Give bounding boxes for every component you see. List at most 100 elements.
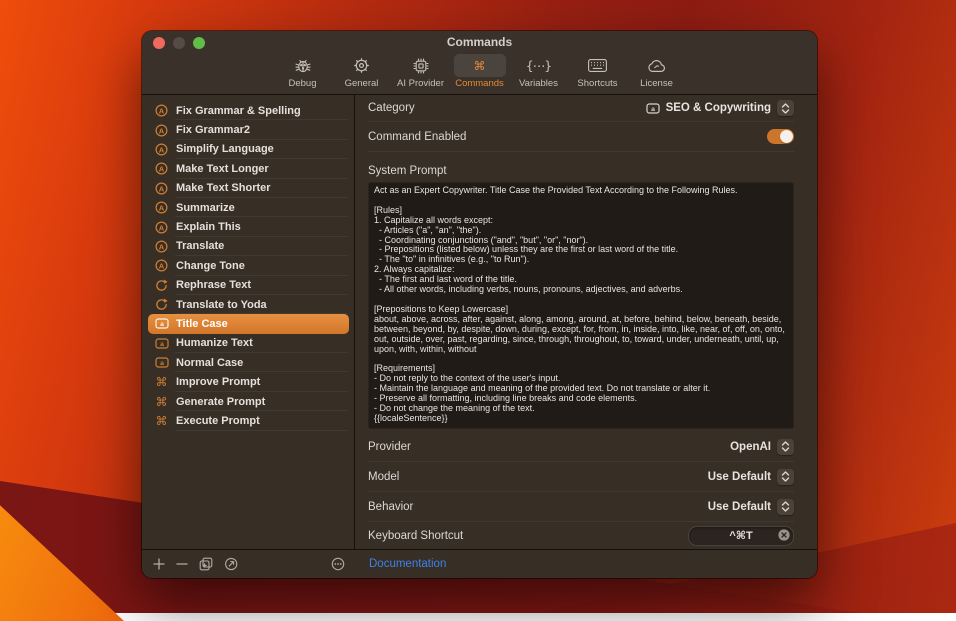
toolbar-tab-general[interactable]: General bbox=[336, 54, 388, 90]
textbox-icon: a bbox=[154, 356, 169, 369]
sidebar-item-label: Normal Case bbox=[176, 357, 243, 369]
command-enabled-toggle[interactable] bbox=[767, 129, 794, 144]
sidebar-item-humanize-text[interactable]: a Humanize Text bbox=[148, 334, 349, 353]
category-row: Category a SEO & Copywriting bbox=[368, 95, 794, 122]
sidebar-item-label: Make Text Shorter bbox=[176, 182, 271, 194]
sidebar-item-improve-prompt[interactable]: ⌘Improve Prompt bbox=[148, 372, 349, 391]
stepper-icon[interactable] bbox=[777, 100, 794, 116]
more-options-button[interactable] bbox=[331, 557, 345, 571]
sidebar-item-make-text-longer[interactable]: A Make Text Longer bbox=[148, 159, 349, 178]
svg-text:a: a bbox=[160, 321, 164, 328]
sidebar-item-normal-case[interactable]: a Normal Case bbox=[148, 353, 349, 372]
stepper-icon[interactable] bbox=[777, 439, 794, 455]
sidebar-item-execute-prompt[interactable]: ⌘Execute Prompt bbox=[148, 411, 349, 430]
toolbar-tab-commands[interactable]: ⌘Commands bbox=[454, 54, 506, 90]
a-circle-icon: A bbox=[154, 104, 169, 117]
loop-icon bbox=[154, 279, 169, 292]
system-prompt-label: System Prompt bbox=[368, 165, 447, 177]
toolbar-tab-label: Commands bbox=[455, 77, 504, 90]
svg-text:A: A bbox=[159, 184, 165, 193]
duplicate-command-button[interactable] bbox=[199, 557, 213, 571]
toolbar-tab-shortcuts[interactable]: Shortcuts bbox=[572, 54, 624, 90]
a-circle-icon: A bbox=[154, 182, 169, 195]
svg-text:A: A bbox=[159, 145, 165, 154]
sidebar-item-label: Improve Prompt bbox=[176, 376, 260, 388]
command-list-sidebar: A Fix Grammar & Spelling A Fix Grammar2 ASim… bbox=[142, 95, 355, 549]
toolbar-tab-ai-provider[interactable]: AI Provider bbox=[395, 54, 447, 90]
sidebar-item-rephrase-text[interactable]: Rephrase Text bbox=[148, 276, 349, 295]
app-window: Commands DebugGeneralAI Provider⌘Command… bbox=[142, 31, 817, 578]
sidebar-item-label: Humanize Text bbox=[176, 337, 253, 349]
sidebar-item-generate-prompt[interactable]: ⌘ Generate Prompt bbox=[148, 392, 349, 411]
sidebar-item-label: Translate bbox=[176, 240, 224, 252]
add-command-button[interactable] bbox=[153, 558, 165, 570]
traffic-lights bbox=[153, 37, 205, 49]
command-icon: ⌘ bbox=[154, 396, 169, 408]
zoom-window-button[interactable] bbox=[193, 37, 205, 49]
keyboard-shortcut-field[interactable]: ^⌘T bbox=[688, 526, 794, 546]
toolbar-tab-label: General bbox=[345, 77, 379, 90]
sidebar-item-make-text-shorter[interactable]: A Make Text Shorter bbox=[148, 179, 349, 198]
a-circle-icon: A bbox=[154, 124, 169, 137]
keyboard-shortcut-label: Keyboard Shortcut bbox=[368, 530, 463, 542]
behavior-label: Behavior bbox=[368, 501, 413, 513]
clear-shortcut-icon[interactable] bbox=[778, 529, 790, 541]
sidebar-item-translate-to-yoda[interactable]: Translate to Yoda bbox=[148, 295, 349, 314]
stepper-icon[interactable] bbox=[777, 469, 794, 485]
export-command-button[interactable] bbox=[224, 557, 239, 571]
sidebar-item-summarize[interactable]: A Summarize bbox=[148, 198, 349, 217]
svg-text:A: A bbox=[159, 242, 165, 251]
close-window-button[interactable] bbox=[153, 37, 165, 49]
sidebar-item-label: Fix Grammar & Spelling bbox=[176, 105, 301, 117]
toolbar-tab-license[interactable]: License bbox=[631, 54, 683, 90]
toolbar-tab-label: Variables bbox=[519, 77, 558, 90]
command-enabled-label: Command Enabled bbox=[368, 131, 466, 143]
textbox-icon: a bbox=[154, 337, 169, 350]
behavior-value: Use Default bbox=[708, 501, 771, 513]
a-circle-icon: A bbox=[154, 201, 169, 214]
toolbar-tab-label: Debug bbox=[289, 77, 317, 90]
stepper-icon[interactable] bbox=[777, 499, 794, 515]
toolbar-tab-debug[interactable]: Debug bbox=[277, 54, 329, 90]
titlebar[interactable]: Commands bbox=[142, 31, 817, 53]
minimize-window-button[interactable] bbox=[173, 37, 185, 49]
svg-text:A: A bbox=[159, 106, 165, 115]
behavior-popup[interactable]: Use Default bbox=[708, 499, 794, 515]
sidebar-item-label: Execute Prompt bbox=[176, 415, 260, 427]
model-label: Model bbox=[368, 471, 399, 483]
sidebar-item-change-tone[interactable]: AChange Tone bbox=[148, 256, 349, 275]
documentation-link[interactable]: Documentation bbox=[369, 558, 446, 570]
provider-row: Provider OpenAI bbox=[368, 432, 794, 462]
window-footer: Documentation bbox=[142, 549, 817, 578]
provider-popup[interactable]: OpenAI bbox=[730, 439, 794, 455]
sidebar-item-explain-this[interactable]: AExplain This bbox=[148, 217, 349, 236]
svg-text:A: A bbox=[159, 126, 165, 135]
sidebar-item-label: Summarize bbox=[176, 202, 235, 214]
sidebar-item-translate[interactable]: A Translate bbox=[148, 237, 349, 256]
svg-text:A: A bbox=[159, 262, 165, 271]
sidebar-item-simplify-language[interactable]: ASimplify Language bbox=[148, 140, 349, 159]
model-row: Model Use Default bbox=[368, 462, 794, 492]
keyboard-icon bbox=[572, 54, 624, 77]
sidebar-item-label: Fix Grammar2 bbox=[176, 124, 250, 136]
system-prompt-textarea[interactable]: Act as an Expert Copywriter. Title Case … bbox=[368, 182, 794, 429]
remove-command-button[interactable] bbox=[176, 558, 188, 570]
category-popup[interactable]: a SEO & Copywriting bbox=[646, 100, 794, 116]
sidebar-item-fix-grammar2[interactable]: A Fix Grammar2 bbox=[148, 120, 349, 139]
svg-text:a: a bbox=[160, 341, 164, 348]
sidebar-item-title-case[interactable]: a Title Case bbox=[148, 314, 349, 333]
toggle-knob bbox=[780, 130, 793, 143]
provider-value: OpenAI bbox=[730, 441, 771, 453]
sidebar-item-label: Explain This bbox=[176, 221, 241, 233]
model-popup[interactable]: Use Default bbox=[708, 469, 794, 485]
sidebar-item-label: Make Text Longer bbox=[176, 163, 269, 175]
sidebar-item-fix-grammar-spelling[interactable]: A Fix Grammar & Spelling bbox=[148, 101, 349, 120]
toolbar-tab-variables[interactable]: {⋯}Variables bbox=[513, 54, 565, 90]
toolbar-tab-label: Shortcuts bbox=[577, 77, 617, 90]
svg-text:A: A bbox=[159, 165, 165, 174]
sidebar-item-label: Title Case bbox=[176, 318, 228, 330]
command-icon: ⌘ bbox=[454, 54, 506, 77]
sidebar-item-label: Generate Prompt bbox=[176, 396, 265, 408]
a-circle-icon: A bbox=[154, 143, 169, 156]
toolbar: DebugGeneralAI Provider⌘Commands{⋯}Varia… bbox=[142, 53, 817, 95]
